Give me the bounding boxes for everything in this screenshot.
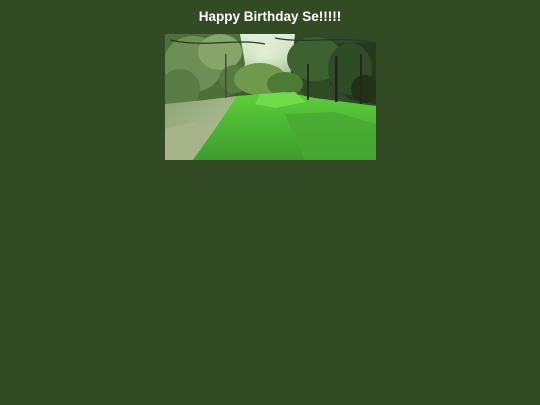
- forest-clearing-photo: [165, 34, 376, 160]
- page: Happy Birthday Se!!!!!: [0, 0, 540, 405]
- page-headline: Happy Birthday Se!!!!!: [198, 9, 342, 24]
